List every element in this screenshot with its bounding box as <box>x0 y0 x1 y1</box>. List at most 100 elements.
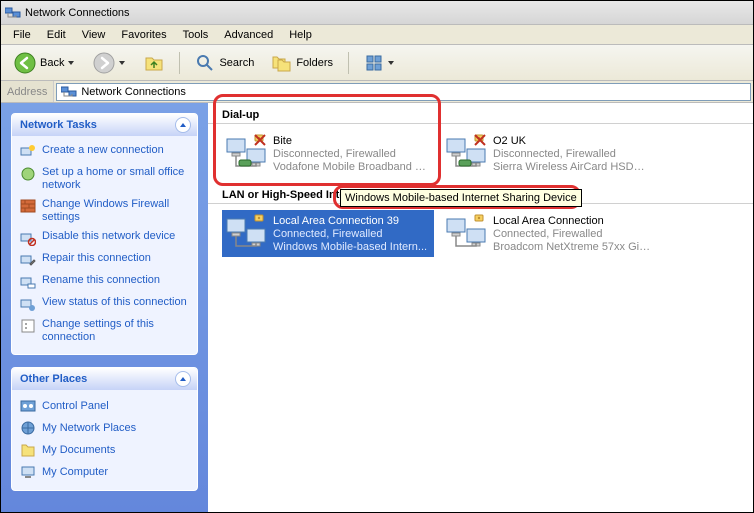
task-label: Repair this connection <box>42 252 151 265</box>
tooltip: Windows Mobile-based Internet Sharing De… <box>340 189 582 207</box>
network-connections-icon <box>61 84 77 100</box>
connection-status: Disconnected, Firewalled <box>493 148 651 161</box>
network-tasks-panel: Network Tasks Create a new connection Se… <box>11 113 198 355</box>
connection-device: Broadcom NetXtreme 57xx Gig... <box>493 241 651 254</box>
connection-name: Bite <box>273 135 431 148</box>
place-label: My Documents <box>42 444 115 456</box>
address-label: Address <box>1 81 54 102</box>
control-panel-icon <box>20 398 36 414</box>
task-disable-device[interactable]: Disable this network device <box>20 230 189 246</box>
menu-view[interactable]: View <box>74 27 114 43</box>
connection-icon <box>445 133 489 173</box>
menu-bar: File Edit View Favorites Tools Advanced … <box>1 25 753 45</box>
folders-icon <box>272 53 292 73</box>
place-label: My Computer <box>42 466 108 478</box>
connection-icon <box>225 213 269 253</box>
new-connection-icon <box>20 144 36 160</box>
task-label: Set up a home or small office network <box>42 166 189 192</box>
connection-device: Vodafone Mobile Broadband M... <box>273 161 431 174</box>
home-network-icon <box>20 166 36 182</box>
menu-file[interactable]: File <box>5 27 39 43</box>
task-label: Disable this network device <box>42 230 175 243</box>
other-places-panel: Other Places Control Panel My Network Pl… <box>11 367 198 491</box>
menu-tools[interactable]: Tools <box>175 27 217 43</box>
other-places-header[interactable]: Other Places <box>12 368 197 390</box>
place-control-panel[interactable]: Control Panel <box>20 398 189 414</box>
menu-favorites[interactable]: Favorites <box>113 27 174 43</box>
rename-icon <box>20 274 36 290</box>
back-button[interactable]: Back <box>7 48 82 78</box>
task-label: Rename this connection <box>42 274 160 287</box>
views-button[interactable] <box>357 49 402 77</box>
connection-item[interactable]: Local Area ConnectionConnected, Firewall… <box>442 210 654 257</box>
back-icon <box>14 52 36 74</box>
task-view-status[interactable]: View status of this connection <box>20 296 189 312</box>
address-field[interactable]: Network Connections <box>56 83 751 101</box>
other-places-body: Control Panel My Network Places My Docum… <box>12 390 197 490</box>
search-icon <box>195 53 215 73</box>
menu-edit[interactable]: Edit <box>39 27 74 43</box>
toolbar-separator <box>179 52 180 74</box>
window-title: Network Connections <box>25 7 130 19</box>
up-button[interactable] <box>137 49 171 77</box>
forward-dropdown-icon <box>119 59 126 66</box>
menu-help[interactable]: Help <box>281 27 320 43</box>
place-computer[interactable]: My Computer <box>20 464 189 480</box>
views-icon <box>364 53 384 73</box>
place-label: My Network Places <box>42 422 136 434</box>
back-label: Back <box>40 57 64 69</box>
computer-icon <box>20 464 36 480</box>
address-bar: Address Network Connections <box>1 81 753 103</box>
place-label: Control Panel <box>42 400 109 412</box>
connection-text: O2 UKDisconnected, FirewalledSierra Wire… <box>493 135 651 174</box>
network-places-icon <box>20 420 36 436</box>
search-label: Search <box>219 57 254 69</box>
connection-device: Sierra Wireless AirCard HSDPA... <box>493 161 651 174</box>
properties-icon <box>20 318 36 334</box>
disable-icon <box>20 230 36 246</box>
connection-item[interactable]: O2 UKDisconnected, FirewalledSierra Wire… <box>442 130 654 177</box>
task-firewall-settings[interactable]: Change Windows Firewall settings <box>20 198 189 224</box>
forward-button[interactable] <box>86 48 133 78</box>
network-tasks-header[interactable]: Network Tasks <box>12 114 197 136</box>
collapse-icon[interactable] <box>175 117 191 133</box>
connection-item[interactable]: BiteDisconnected, FirewalledVodafone Mob… <box>222 130 434 177</box>
place-network-places[interactable]: My Network Places <box>20 420 189 436</box>
connection-item[interactable]: Local Area Connection 39Connected, Firew… <box>222 210 434 257</box>
folders-button[interactable]: Folders <box>265 49 340 77</box>
connection-icon <box>225 133 269 173</box>
task-label: Change Windows Firewall settings <box>42 198 189 224</box>
menu-advanced[interactable]: Advanced <box>216 27 281 43</box>
task-create-connection[interactable]: Create a new connection <box>20 144 189 160</box>
up-folder-icon <box>144 53 164 73</box>
views-dropdown-icon <box>388 59 395 66</box>
connection-status: Connected, Firewalled <box>493 228 651 241</box>
task-setup-network[interactable]: Set up a home or small office network <box>20 166 189 192</box>
main-area: Network Tasks Create a new connection Se… <box>1 103 753 512</box>
connection-status: Disconnected, Firewalled <box>273 148 431 161</box>
documents-icon <box>20 442 36 458</box>
search-button[interactable]: Search <box>188 49 261 77</box>
collapse-icon[interactable] <box>175 371 191 387</box>
connection-text: Local Area Connection 39Connected, Firew… <box>273 215 427 254</box>
connection-text: BiteDisconnected, FirewalledVodafone Mob… <box>273 135 431 174</box>
connection-icon <box>445 213 489 253</box>
other-places-title: Other Places <box>20 373 87 385</box>
connection-device: Windows Mobile-based Intern... <box>273 241 427 254</box>
folders-label: Folders <box>296 57 333 69</box>
toolbar-separator-2 <box>348 52 349 74</box>
firewall-icon <box>20 198 36 214</box>
network-connections-icon <box>5 5 21 21</box>
connection-text: Local Area ConnectionConnected, Firewall… <box>493 215 651 254</box>
sidebar: Network Tasks Create a new connection Se… <box>1 103 208 512</box>
back-dropdown-icon <box>68 59 75 66</box>
connection-status: Connected, Firewalled <box>273 228 427 241</box>
task-change-settings[interactable]: Change settings of this connection <box>20 318 189 344</box>
connection-name: Local Area Connection <box>493 215 651 228</box>
task-rename-connection[interactable]: Rename this connection <box>20 274 189 290</box>
address-value: Network Connections <box>81 86 186 98</box>
task-label: Create a new connection <box>42 144 164 157</box>
place-documents[interactable]: My Documents <box>20 442 189 458</box>
task-repair-connection[interactable]: Repair this connection <box>20 252 189 268</box>
task-label: View status of this connection <box>42 296 187 309</box>
